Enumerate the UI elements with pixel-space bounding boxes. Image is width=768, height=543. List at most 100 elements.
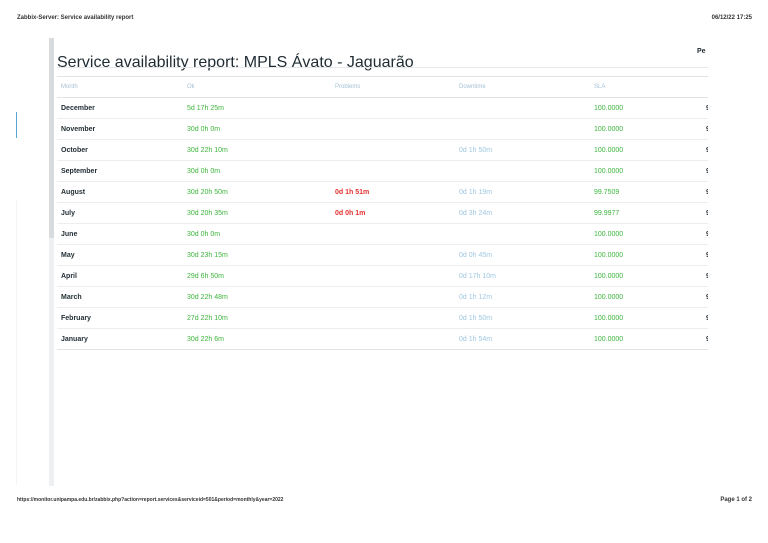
scrollbar-thumb[interactable] [49, 38, 54, 238]
cell-downtime [455, 97, 590, 119]
table-row: June30d 0h 0m 100.00009 [57, 223, 708, 245]
cell-sla: 100.0000 [590, 307, 702, 329]
cell-sla: 100.0000 [590, 244, 702, 266]
cell-ok: 30d 0h 0m [183, 160, 331, 182]
period-filter-label[interactable]: Pe [697, 48, 706, 55]
table-header-row: Month Ok Problems Downtime SLA [57, 76, 708, 98]
cell-cut: 9 [702, 181, 708, 203]
cell-month: April [57, 265, 183, 287]
cell-problems: 0d 1h 51m [331, 181, 455, 203]
title-divider [57, 67, 708, 68]
cell-problems [331, 118, 455, 140]
cell-ok: 30d 23h 15m [183, 244, 331, 266]
cell-month: July [57, 202, 183, 224]
cell-sla: 100.0000 [590, 286, 702, 308]
cell-downtime [455, 223, 590, 245]
cell-downtime: 0d 1h 19m [455, 181, 590, 203]
cell-month: May [57, 244, 183, 266]
cell-month: January [61, 335, 88, 343]
cell-ok: 30d 0h 0m [183, 118, 331, 140]
table-row: July30d 20h 35m0d 0h 1m0d 3h 24m99.99779 [57, 202, 708, 224]
table-row: May30d 23h 15m 0d 0h 45m100.00009 [57, 244, 708, 266]
cell-cut: 9 [702, 118, 708, 140]
cell-ok: 30d 22h 10m [183, 139, 331, 161]
cell-downtime: 0d 1h 50m [455, 307, 590, 329]
column-header-problems[interactable]: Problems [331, 76, 455, 98]
column-header-cut [702, 76, 708, 98]
sidebar-divider [16, 200, 17, 485]
cell-problems [331, 329, 455, 350]
cell-downtime: 0d 1h 50m [455, 139, 590, 161]
cell-sla: 100.0000 [590, 139, 702, 161]
cell-ok: 30d 22h 6m [187, 335, 224, 343]
cell-month: August [57, 181, 183, 203]
cell-problems [331, 139, 455, 161]
column-header-sla[interactable]: SLA [590, 76, 702, 98]
cell-sla: 100.0000 [590, 97, 702, 119]
cell-sla: 100.0000 [590, 223, 702, 245]
cell-downtime [455, 160, 590, 182]
cell-problems [331, 244, 455, 266]
column-header-month[interactable]: Month [57, 76, 183, 98]
cell-cut: 9 [702, 244, 708, 266]
cell-month: December [57, 97, 183, 119]
cell-cut: 9 [702, 307, 708, 329]
cell-cut: 9 [702, 202, 708, 224]
cell-month: November [57, 118, 183, 140]
print-footer-page: Page 1 of 2 [720, 497, 752, 503]
cell-month: February [57, 307, 183, 329]
print-header-title: Zabbix-Server: Service availability repo… [17, 15, 134, 21]
cell-problems [331, 307, 455, 329]
table-row: September30d 0h 0m 100.00009 [57, 160, 708, 182]
cell-problems [331, 265, 455, 287]
cell-downtime: 0d 1h 12m [455, 286, 590, 308]
cell-month: October [57, 139, 183, 161]
cell-problems: 0d 0h 1m [331, 202, 455, 224]
cell-sla: 100.0000 [590, 265, 702, 287]
cell-sla: 100.0000 [594, 335, 624, 343]
cell-sla: 99.9977 [590, 202, 702, 224]
table-row: April29d 6h 50m 0d 17h 10m100.00009 [57, 265, 708, 287]
cell-ok: 30d 22h 48m [183, 286, 331, 308]
cell-downtime: 0d 17h 10m [455, 265, 590, 287]
cell-downtime: 0d 3h 24m [455, 202, 590, 224]
cell-cut: 9 [702, 265, 708, 287]
cell-cut: 9 [702, 286, 708, 308]
cell-cut: 9 [702, 329, 708, 350]
cell-ok: 30d 20h 50m [183, 181, 331, 203]
cell-downtime: 0d 0h 45m [455, 244, 590, 266]
cell-problems [331, 97, 455, 119]
cell-downtime: 0d 1h 54m [459, 335, 493, 343]
cell-cut: 9 [702, 223, 708, 245]
cell-problems [331, 160, 455, 182]
table-row: November30d 0h 0m 100.00009 [57, 118, 708, 140]
table-row: October30d 22h 10m 0d 1h 50m100.00009 [57, 139, 708, 161]
cell-month: March [57, 286, 183, 308]
cell-cut: 9 [702, 97, 708, 119]
column-header-downtime[interactable]: Downtime [455, 76, 590, 98]
page-title: Service availability report: MPLS Ávato … [57, 53, 414, 71]
column-header-ok[interactable]: Ok [183, 76, 331, 98]
availability-table: Month Ok Problems Downtime SLA December 5… [57, 76, 708, 350]
cell-ok: 30d 0h 0m [183, 223, 331, 245]
cell-month: September [57, 160, 183, 182]
print-footer-url: https://monitor.unipampa.edu.br/zabbix.p… [17, 497, 284, 503]
cell-month: June [57, 223, 183, 245]
cell-ok: 5d 17h 25m [183, 97, 331, 119]
cell-downtime [455, 118, 590, 140]
table-row: August 30d 20h 50m 0d 1h 51m 0d 1h 19m 99.75… [57, 181, 708, 203]
table-row: December5d 17h 25m 100.00009 [57, 97, 708, 119]
cell-sla: 99.7509 [590, 181, 702, 203]
table-row: January 30d 22h 6m 0d 1h 54m 100.0000 9 [57, 329, 708, 350]
table-row: March30d 22h 48m 0d 1h 12m100.00009 [57, 286, 708, 308]
cell-ok: 29d 6h 50m [183, 265, 331, 287]
print-header-datetime: 06/12/22 17:25 [711, 15, 752, 21]
cell-ok: 27d 22h 10m [183, 307, 331, 329]
cell-cut: 9 [702, 139, 708, 161]
cell-cut: 9 [702, 160, 708, 182]
table-row: February27d 22h 10m 0d 1h 50m100.00009 [57, 307, 708, 329]
cell-sla: 100.0000 [590, 118, 702, 140]
sidebar-active-marker [16, 112, 17, 138]
cell-problems [331, 286, 455, 308]
cell-ok: 30d 20h 35m [183, 202, 331, 224]
